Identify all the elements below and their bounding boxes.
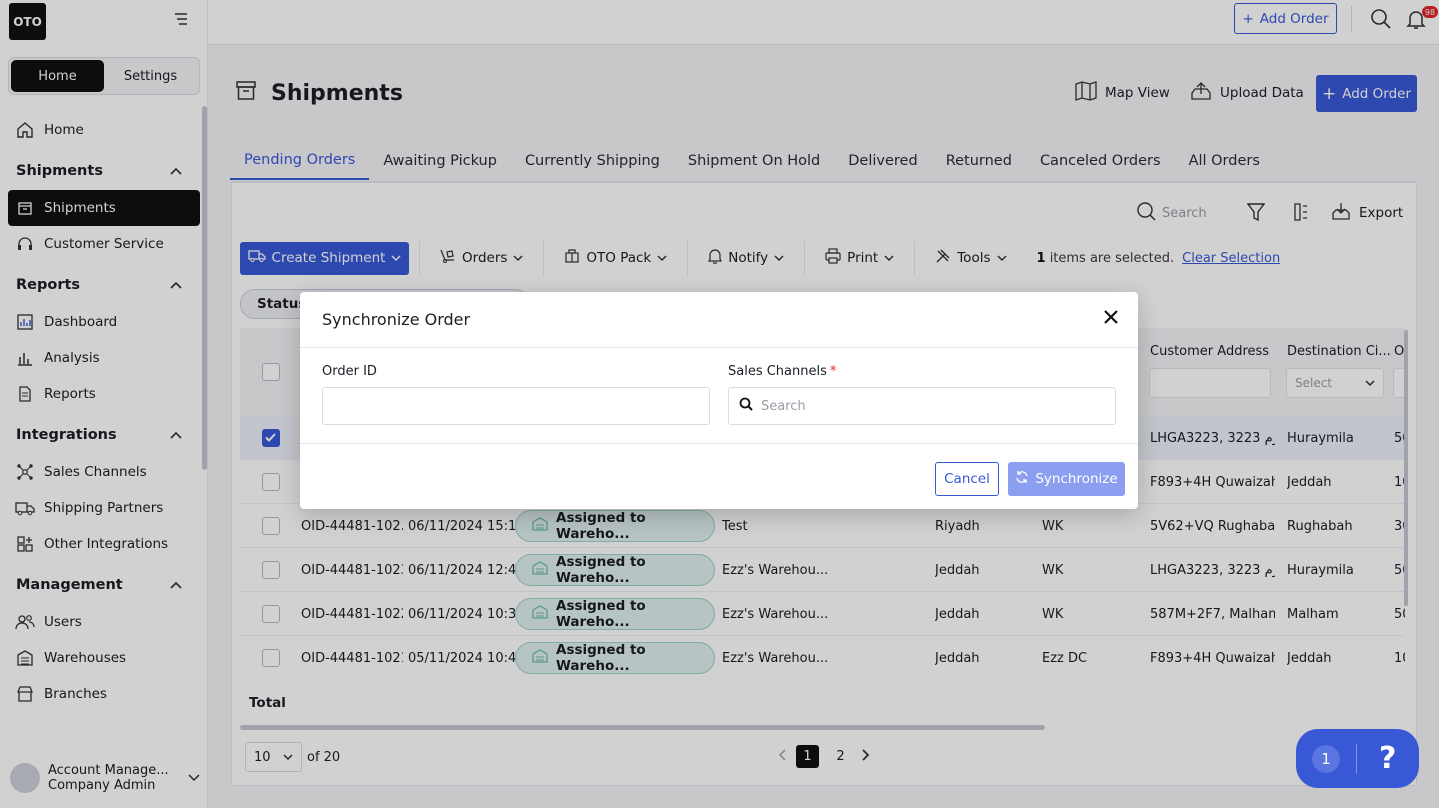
synchronize-button[interactable]: Synchronize <box>1008 462 1125 496</box>
help-count-badge[interactable]: 1 <box>1312 744 1340 773</box>
divider <box>300 347 1138 348</box>
order-id-input[interactable] <box>322 387 710 425</box>
search-icon <box>739 397 753 415</box>
synchronize-order-dialog: Synchronize Order Order ID Sales Channel… <box>300 292 1138 509</box>
close-icon[interactable] <box>1103 309 1119 325</box>
divider <box>1356 743 1357 774</box>
divider <box>300 443 1138 444</box>
sales-channels-label-text: Sales Channels <box>728 364 827 379</box>
required-marker: * <box>829 364 837 379</box>
order-id-label-text: Order ID <box>322 364 377 379</box>
dialog-title: Synchronize Order <box>322 310 471 329</box>
refresh-icon <box>1015 470 1029 488</box>
order-id-label: Order ID <box>322 364 377 379</box>
help-question-icon[interactable]: ? <box>1379 741 1396 776</box>
sales-channels-search-input[interactable] <box>761 398 1101 414</box>
sales-channels-search[interactable] <box>728 387 1116 425</box>
help-widget[interactable]: 1 ? <box>1296 729 1419 788</box>
synchronize-label: Synchronize <box>1035 471 1118 487</box>
cancel-button[interactable]: Cancel <box>935 462 999 496</box>
sales-channels-label: Sales Channels * <box>728 364 836 379</box>
